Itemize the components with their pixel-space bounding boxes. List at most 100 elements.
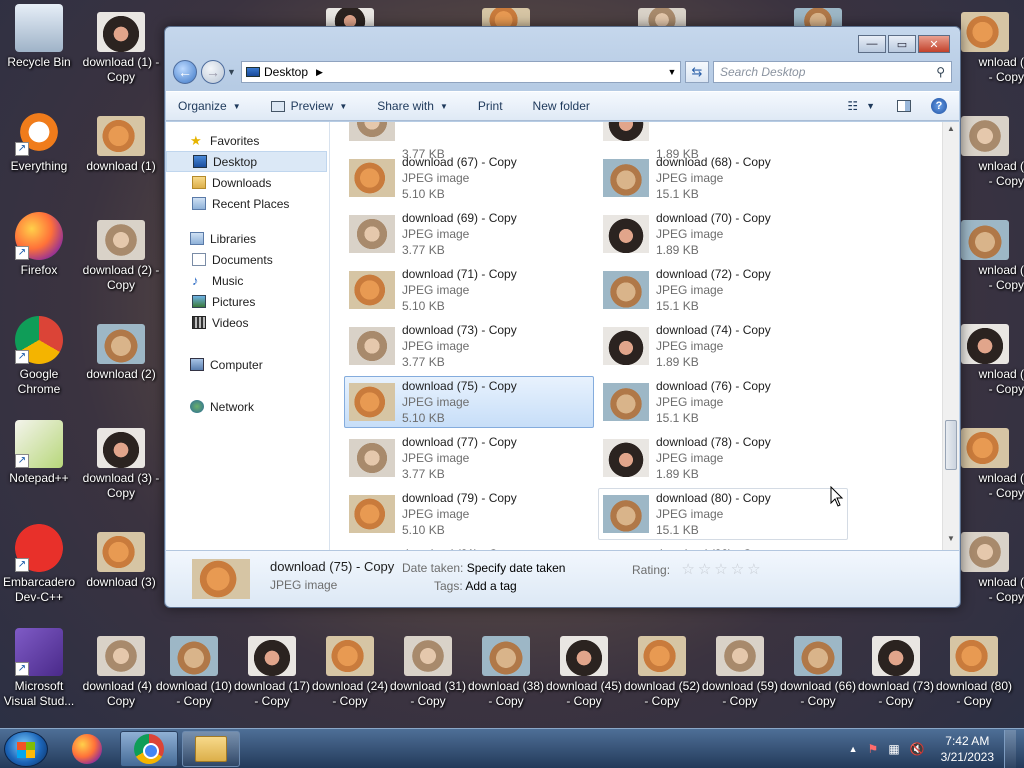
show-hidden-icons-icon[interactable]: ▲ (849, 744, 858, 754)
desktop-icon-item[interactable]: download (17) - Copy (233, 628, 311, 709)
nav-documents[interactable]: Documents (166, 249, 329, 270)
change-view-icon[interactable]: ☷ (847, 99, 858, 113)
desktop-icon-item[interactable]: ↗ Google Chrome (0, 316, 78, 397)
file-tile[interactable]: download (68) - Copy JPEG image 15.1 KB (598, 152, 848, 204)
desktop-icon-item[interactable]: download (10) - Copy (155, 628, 233, 709)
nav-downloads[interactable]: Downloads (166, 172, 329, 193)
preview-menu[interactable]: Preview ▼ (270, 99, 347, 113)
file-info: 3.77 KB (402, 122, 445, 162)
rating-stars[interactable]: ☆☆☆☆☆ (681, 561, 763, 578)
taskbar-explorer[interactable] (182, 731, 240, 767)
desktop-icon-item[interactable]: download (4) - Copy (82, 628, 160, 709)
file-type (656, 130, 699, 146)
scrollbar-thumb[interactable] (945, 420, 957, 470)
preview-pane-icon[interactable] (897, 100, 911, 112)
desktop-icon-item[interactable]: download (45) - Copy (545, 628, 623, 709)
file-tile[interactable]: download (73) - Copy JPEG image 3.77 KB (344, 320, 594, 372)
network-status-icon[interactable]: ▦ (888, 742, 899, 756)
new-folder-button[interactable]: New folder (533, 99, 590, 113)
desktop-icon-item[interactable]: download (59) - Copy (701, 628, 779, 709)
desktop-icon-item[interactable]: download (3) - Copy (82, 420, 160, 501)
recent-pages-dropdown[interactable]: ▼ (227, 67, 237, 77)
file-list[interactable]: download (82) - Copydownload (81) - Copy… (330, 122, 959, 550)
search-icon[interactable]: ⚲ (936, 65, 945, 79)
desktop-icon-item[interactable]: ↗ Notepad++ (0, 420, 78, 486)
back-button[interactable]: ← (173, 60, 197, 84)
nav-label: Favorites (210, 133, 260, 148)
file-tile[interactable]: download (78) - Copy JPEG image 1.89 KB (598, 432, 848, 484)
file-tile[interactable]: download (72) - Copy JPEG image 15.1 KB (598, 264, 848, 316)
file-tile[interactable]: 3.77 KB (344, 122, 594, 161)
view-dropdown-icon[interactable]: ▼ (866, 101, 875, 111)
firefox-icon (72, 734, 102, 764)
maximize-button[interactable]: ▭ (888, 35, 916, 53)
print-button[interactable]: Print (478, 99, 503, 113)
file-tile[interactable]: download (74) - Copy JPEG image 1.89 KB (598, 320, 848, 372)
desktop-icon-item[interactable]: download (80) - Copy (935, 628, 1013, 709)
desktop-icon-item[interactable]: download (2) - Copy (82, 212, 160, 293)
tags-value[interactable]: Add a tag (465, 579, 516, 593)
file-tile[interactable]: download (75) - Copy JPEG image 5.10 KB (344, 376, 594, 428)
desktop-icon-item[interactable]: download (31) - Copy (389, 628, 467, 709)
desktop-icon-item[interactable]: Recycle Bin (0, 4, 78, 70)
date-taken-value[interactable]: Specify date taken (467, 561, 566, 575)
desktop-icon-item[interactable]: download (3) (82, 524, 160, 590)
file-tile[interactable]: download (71) - Copy JPEG image 5.10 KB (344, 264, 594, 316)
desktop-icon-item[interactable]: ↗ Everything (0, 108, 78, 174)
nav-recent-places[interactable]: Recent Places (166, 193, 329, 214)
nav-network[interactable]: Network (166, 396, 329, 417)
address-location[interactable]: Desktop (264, 65, 308, 79)
taskbar-chrome[interactable] (120, 731, 178, 767)
desktop-icon-item[interactable]: download (24) - Copy (311, 628, 389, 709)
address-bar[interactable]: Desktop ▶ ▼ (241, 61, 681, 83)
desktop-icon-item[interactable]: download (1) - Copy (82, 4, 160, 85)
downloads-folder-icon (192, 176, 206, 189)
file-tile[interactable]: download (69) - Copy JPEG image 3.77 KB (344, 208, 594, 260)
explorer-window[interactable]: — ▭ ✕ ← → ▼ Desktop ▶ ▼ ⇆ Search Desktop… (164, 26, 961, 608)
desktop-icon-item[interactable]: ↗ Embarcadero Dev-C++ (0, 524, 78, 605)
file-tile[interactable]: download (77) - Copy JPEG image 3.77 KB (344, 432, 594, 484)
refresh-button[interactable]: ⇆ (685, 61, 709, 83)
show-desktop-button[interactable] (1004, 730, 1016, 768)
image-file-icon (961, 220, 1009, 260)
file-tile[interactable]: 1.89 KB (598, 122, 848, 161)
help-icon[interactable]: ? (931, 98, 947, 114)
nav-videos[interactable]: Videos (166, 312, 329, 333)
libraries-icon (190, 232, 204, 245)
action-center-flag-icon[interactable]: ⚑ (868, 742, 879, 756)
nav-favorites[interactable]: ★ Favorites (166, 130, 329, 151)
forward-button[interactable]: → (201, 60, 225, 84)
nav-libraries[interactable]: Libraries (166, 228, 329, 249)
desktop-icon-item[interactable]: download (38) - Copy (467, 628, 545, 709)
desktop-icon-item[interactable]: download (52) - Copy (623, 628, 701, 709)
nav-computer[interactable]: Computer (166, 354, 329, 375)
desktop-icon-item[interactable]: ↗ Firefox (0, 212, 78, 278)
desktop-icon-item[interactable]: download (2) (82, 316, 160, 382)
desktop-icon-item[interactable]: download (73) - Copy (857, 628, 935, 709)
nav-desktop[interactable]: Desktop (166, 151, 327, 172)
minimize-button[interactable]: — (858, 35, 886, 53)
close-button[interactable]: ✕ (918, 35, 950, 53)
file-tile[interactable]: download (80) - Copy JPEG image 15.1 KB (598, 488, 848, 540)
scroll-up-icon[interactable]: ▲ (943, 124, 959, 138)
file-tile[interactable]: download (67) - Copy JPEG image 5.10 KB (344, 152, 594, 204)
taskbar-firefox[interactable] (58, 731, 116, 767)
organize-menu[interactable]: Organize ▼ (178, 99, 241, 113)
desktop-icon-item[interactable]: download (1) (82, 108, 160, 174)
volume-muted-icon[interactable]: 🔇 (910, 742, 925, 756)
nav-music[interactable]: ♪ Music (166, 270, 329, 291)
clock[interactable]: 7:42 AM 3/21/2023 (941, 733, 994, 765)
share-with-menu[interactable]: Share with ▼ (377, 99, 448, 113)
start-button[interactable] (4, 731, 48, 767)
file-tile[interactable]: download (79) - Copy JPEG image 5.10 KB (344, 488, 594, 540)
desktop-icon-item[interactable]: ↗ Microsoft Visual Stud... (0, 628, 78, 709)
breadcrumb-arrow-icon[interactable]: ▶ (316, 67, 323, 78)
nav-pictures[interactable]: Pictures (166, 291, 329, 312)
file-tile[interactable]: download (70) - Copy JPEG image 1.89 KB (598, 208, 848, 260)
file-tile[interactable]: download (76) - Copy JPEG image 15.1 KB (598, 376, 848, 428)
address-dropdown-icon[interactable]: ▼ (664, 67, 680, 77)
vertical-scrollbar[interactable]: ▲ ▼ (942, 122, 959, 550)
scroll-down-icon[interactable]: ▼ (943, 534, 959, 548)
search-input[interactable]: Search Desktop ⚲ (713, 61, 952, 83)
desktop-icon-item[interactable]: download (66) - Copy (779, 628, 857, 709)
